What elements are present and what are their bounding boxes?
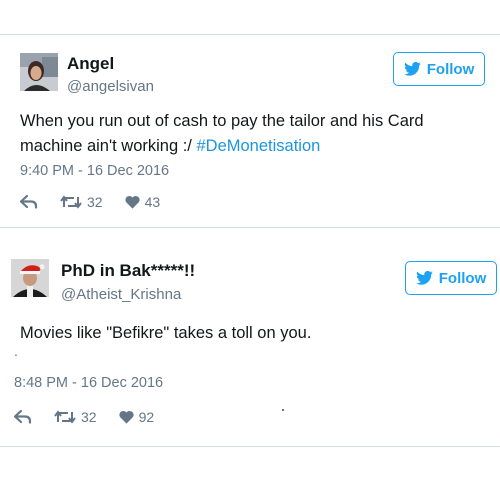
tweet-actions: 32 92	[14, 407, 176, 427]
follow-button[interactable]: Follow	[405, 261, 497, 295]
retweet-count: 32	[81, 409, 97, 425]
display-name[interactable]: Angel	[67, 54, 114, 74]
heart-icon	[124, 195, 140, 209]
like-button[interactable]: 43	[124, 194, 161, 210]
timestamp[interactable]: 9:40 PM - 16 Dec 2016	[20, 163, 169, 179]
retweet-button[interactable]: 32	[54, 409, 97, 425]
hashtag-link[interactable]: #DeMonetisation	[196, 137, 320, 155]
retweet-icon	[54, 410, 76, 424]
avatar[interactable]	[11, 259, 49, 297]
avatar[interactable]	[20, 53, 58, 91]
tweet-card: Angel @angelsivan Follow When you run ou…	[0, 35, 500, 227]
tweet-actions: 32 43	[20, 192, 182, 212]
retweet-icon	[60, 195, 82, 209]
twitter-bird-icon	[415, 271, 433, 285]
timestamp[interactable]: 8:48 PM - 16 Dec 2016	[14, 375, 163, 391]
follow-button[interactable]: Follow	[393, 52, 485, 86]
stray-dot	[282, 409, 284, 411]
tweet-body: Movies like "Befikre" takes a toll on yo…	[20, 324, 312, 342]
avatar-image	[20, 53, 58, 91]
retweet-button[interactable]: 32	[60, 194, 103, 210]
tweet-text: When you run out of cash to pay the tail…	[20, 109, 490, 159]
user-handle[interactable]: @Atheist_Krishna	[61, 286, 181, 303]
avatar-image	[11, 259, 49, 297]
like-button[interactable]: 92	[118, 409, 155, 425]
tweet-card: PhD in Bak*****!! @Atheist_Krishna Follo…	[0, 228, 500, 446]
bottom-divider	[0, 446, 500, 447]
like-count: 92	[138, 409, 155, 425]
reply-icon	[14, 410, 32, 424]
twitter-bird-icon	[403, 62, 421, 76]
like-count: 43	[144, 194, 161, 210]
reply-button[interactable]	[14, 410, 32, 424]
heart-icon	[118, 410, 134, 424]
display-name[interactable]: PhD in Bak*****!!	[61, 261, 195, 281]
user-handle[interactable]: @angelsivan	[67, 78, 154, 95]
retweet-count: 32	[87, 194, 103, 210]
tweet-text-extra: .	[14, 343, 18, 359]
reply-button[interactable]	[20, 195, 38, 209]
follow-label: Follow	[426, 60, 475, 78]
reply-icon	[20, 195, 38, 209]
follow-label: Follow	[438, 269, 487, 287]
